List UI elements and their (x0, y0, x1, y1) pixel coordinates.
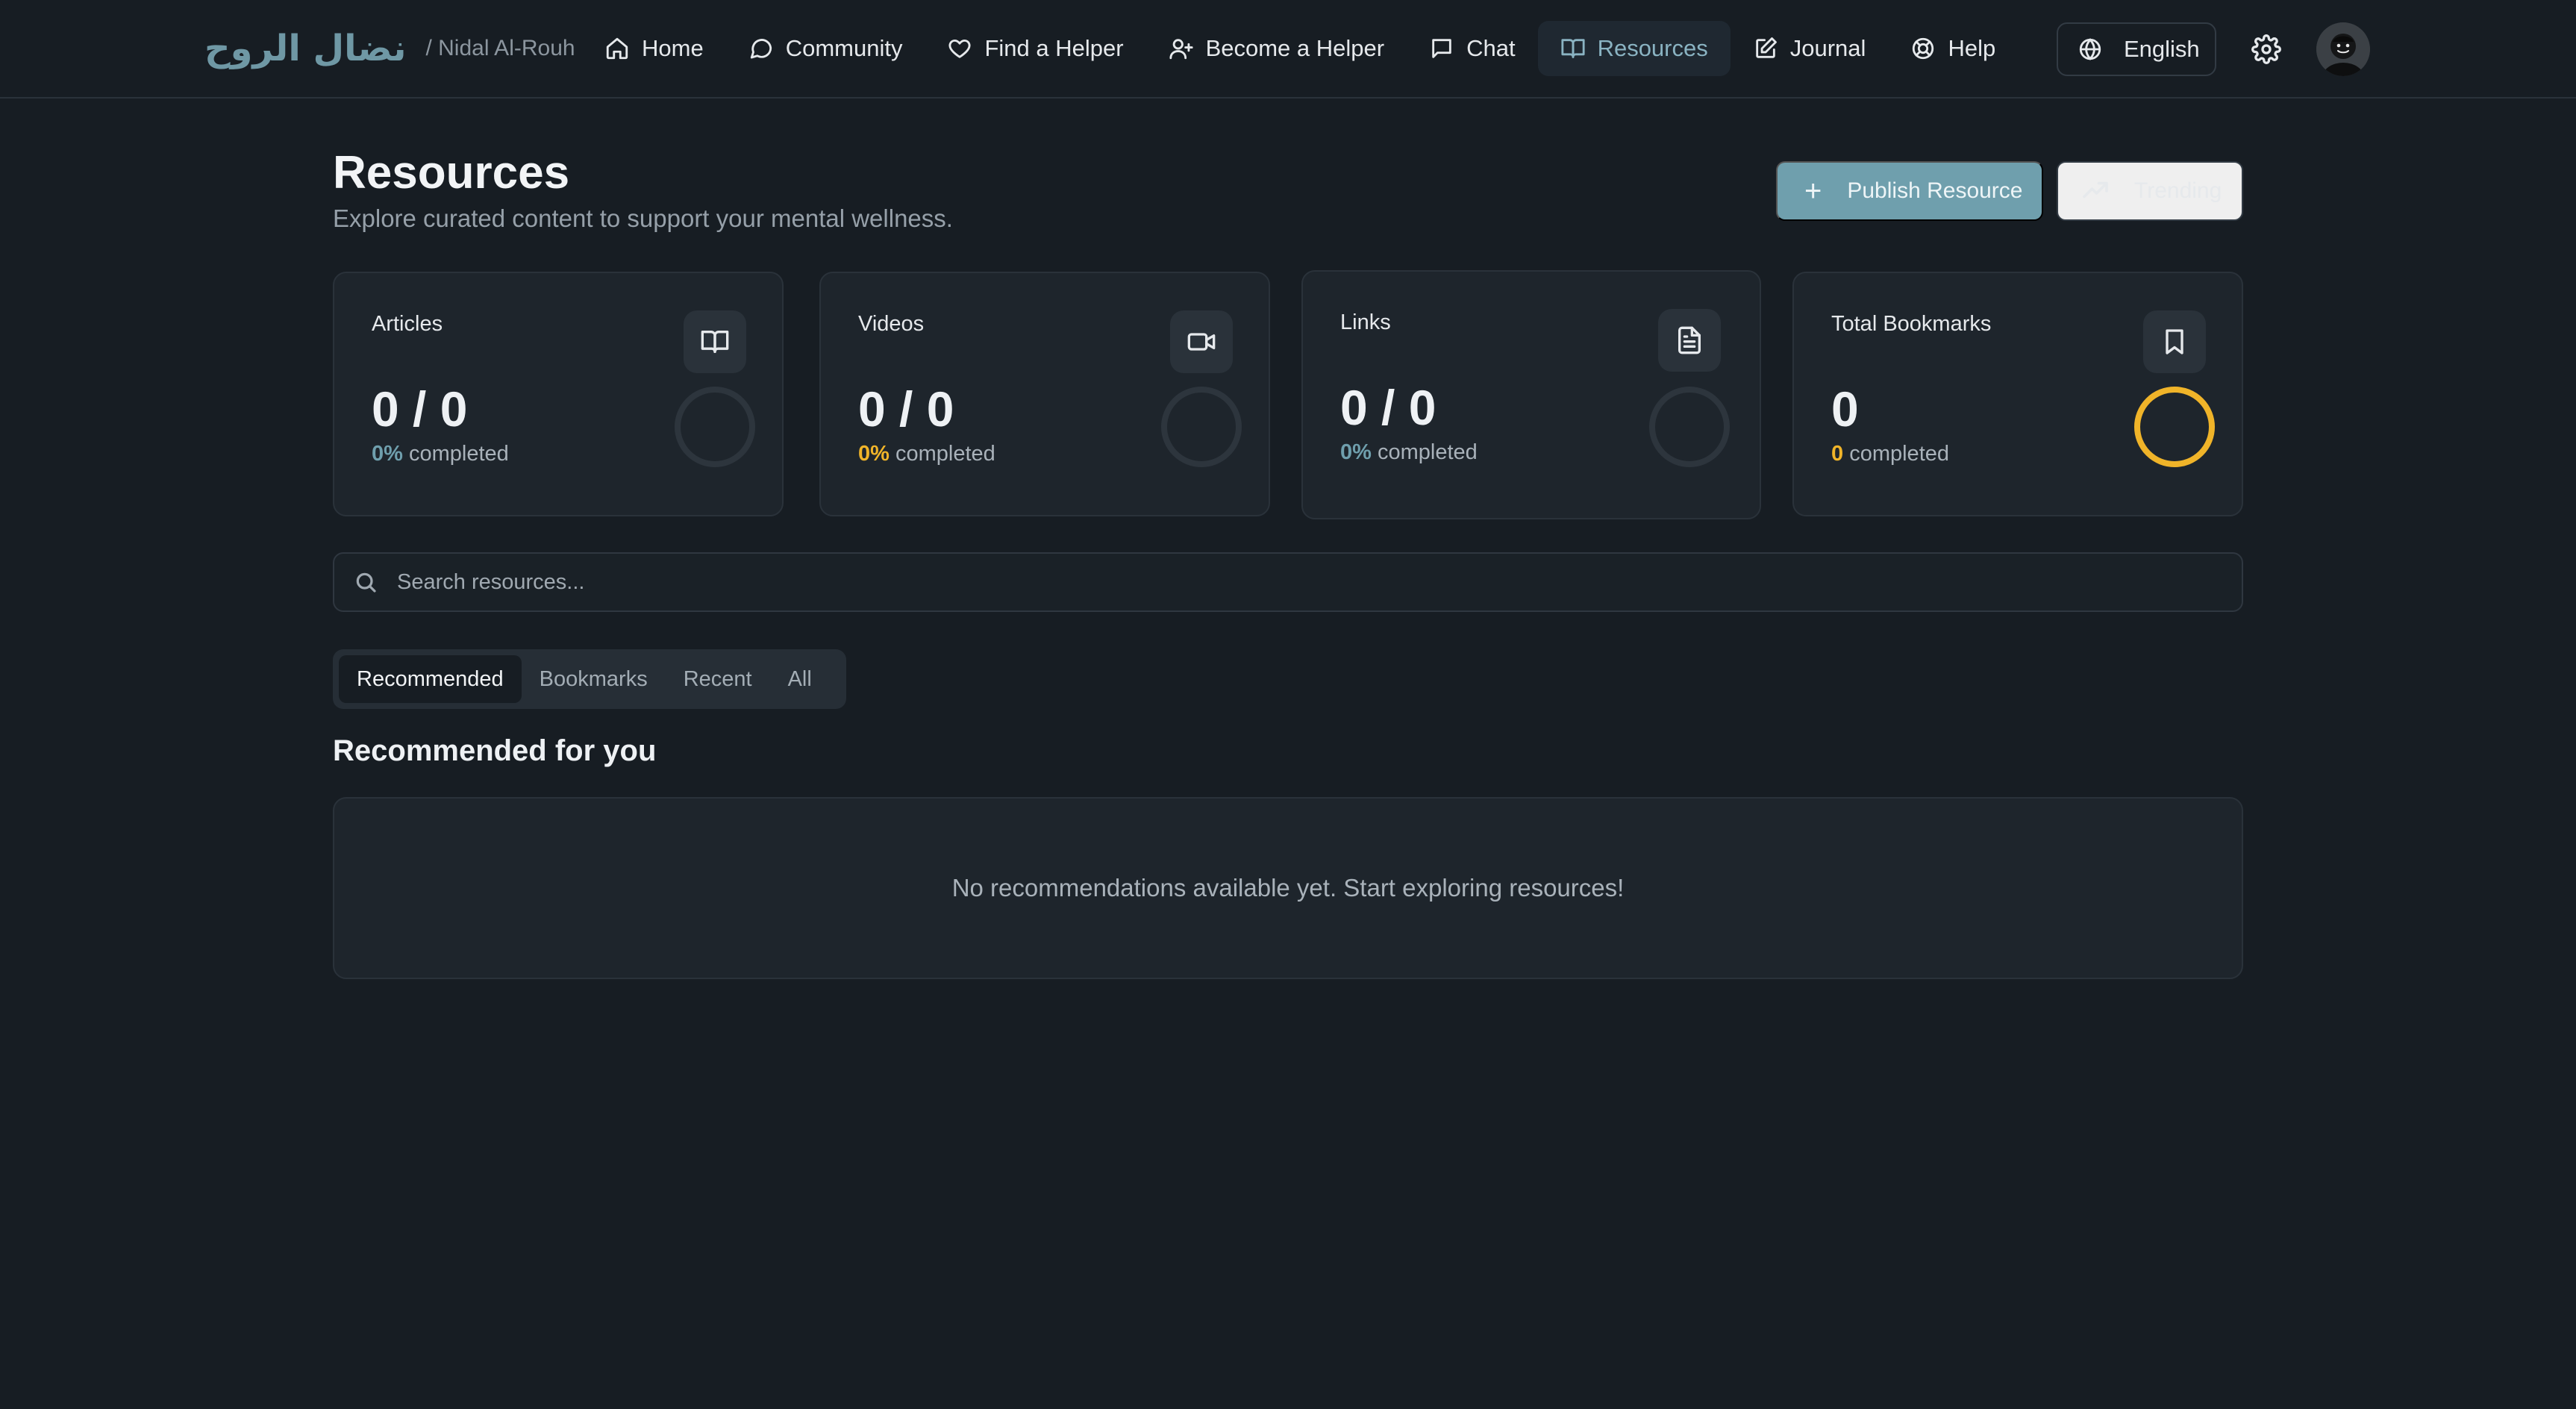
nav-item-label: Resources (1597, 35, 1708, 61)
settings-button[interactable] (2251, 34, 2281, 64)
stat-label: Links (1340, 310, 1391, 334)
search-input[interactable] (397, 569, 2188, 595)
stat-completion: 0% completed (858, 442, 995, 466)
progress-ring (675, 387, 755, 467)
video-icon (1187, 333, 1216, 351)
nav-item-label: Home (642, 35, 704, 61)
book-open-icon (1560, 39, 1585, 58)
nav-item-resources[interactable]: Resources (1537, 21, 1731, 76)
stat-completion: 0% completed (372, 442, 509, 466)
file-text-icon (1678, 326, 1701, 354)
trending-up-icon (2083, 181, 2108, 199)
chat-bubble-icon (750, 39, 772, 59)
stat-percent: 0% (858, 442, 890, 466)
nav-item-community[interactable]: Community (726, 21, 925, 76)
stat-icon-container (2143, 310, 2206, 373)
trending-button[interactable]: Trending (2057, 161, 2243, 221)
user-avatar[interactable] (2316, 22, 2370, 76)
stat-value: 0 / 0 (858, 381, 954, 437)
stat-card-articles: Articles 0 / 0 0% completed (333, 272, 784, 516)
top-navigation-bar: نضال الروح / Nidal Al-Rouh Home Communit… (0, 0, 2576, 99)
stat-label: Articles (372, 312, 443, 336)
message-square-icon (1432, 39, 1451, 58)
stat-label: Total Bookmarks (1831, 312, 1992, 336)
section-title: Recommended for you (333, 734, 657, 767)
book-icon (701, 331, 729, 353)
language-selector[interactable]: English (2057, 22, 2216, 76)
nav-item-label: Become a Helper (1205, 35, 1385, 61)
gear-icon (2251, 34, 2281, 64)
empty-state-message: No recommendations available yet. Start … (951, 874, 1625, 902)
progress-ring (1649, 387, 1730, 467)
tab-recent[interactable]: Recent (666, 655, 770, 703)
life-buoy-icon (1913, 37, 1934, 60)
plus-icon: + (1804, 175, 1822, 207)
publish-resource-label: Publish Resource (1847, 178, 2023, 203)
stat-percent: 0 (1831, 442, 1844, 466)
stat-completion: 0 completed (1831, 442, 1949, 466)
stat-suffix: completed (895, 442, 995, 466)
stat-value: 0 / 0 (1340, 380, 1437, 435)
nav-item-chat[interactable]: Chat (1407, 21, 1537, 76)
stat-percent: 0% (372, 442, 403, 466)
nav-item-home[interactable]: Home (582, 21, 726, 76)
stat-suffix: completed (1849, 442, 1950, 466)
stat-value: 0 / 0 (372, 381, 468, 437)
trending-label: Trending (2134, 178, 2222, 203)
progress-ring (2134, 387, 2215, 467)
brand-logo[interactable]: نضال الروح / Nidal Al-Rouh (204, 22, 575, 75)
nav-item-become-helper[interactable]: Become a Helper (1146, 21, 1407, 76)
user-plus-icon (1169, 39, 1193, 60)
main-nav: Home Community Find a Helper Become a He… (582, 21, 2018, 76)
search-icon (356, 572, 376, 593)
tab-bookmarks[interactable]: Bookmarks (522, 655, 666, 703)
stat-suffix: completed (408, 442, 509, 466)
page-subtitle: Explore curated content to support your … (333, 204, 953, 232)
stat-suffix: completed (1377, 440, 1478, 464)
stat-card-links: Links 0 / 0 0% completed (1301, 270, 1761, 519)
stat-completion: 0% completed (1340, 440, 1478, 465)
edit-icon (1756, 37, 1777, 58)
home-icon (606, 37, 628, 60)
progress-ring (1161, 387, 1242, 467)
globe-icon (2079, 38, 2101, 60)
stat-icon-container (1658, 309, 1721, 372)
nav-item-label: Journal (1789, 35, 1866, 61)
nav-item-find-helper[interactable]: Find a Helper (925, 21, 1145, 76)
resource-tabs: Recommended Bookmarks Recent All (333, 649, 846, 709)
nav-item-help[interactable]: Help (1888, 21, 2018, 76)
page-title: Resources (333, 147, 570, 199)
stat-value: 0 (1831, 381, 1859, 437)
stat-card-videos: Videos 0 / 0 0% completed (819, 272, 1270, 516)
tab-recommended[interactable]: Recommended (339, 655, 522, 703)
empty-state-panel: No recommendations available yet. Start … (333, 797, 2243, 979)
brand-arabic-name: نضال الروح (204, 28, 407, 69)
stat-icon-container (1170, 310, 1233, 373)
stat-percent: 0% (1340, 440, 1372, 464)
nav-item-label: Community (785, 35, 903, 61)
publish-resource-button[interactable]: + Publish Resource (1776, 161, 2043, 221)
stat-icon-container (684, 310, 746, 373)
bookmark-icon (2166, 329, 2183, 354)
nav-item-journal[interactable]: Journal (1731, 21, 1889, 76)
stat-label: Videos (858, 312, 925, 336)
tab-all[interactable]: All (770, 655, 830, 703)
heart-icon (948, 39, 971, 58)
language-label: English (2124, 36, 2200, 62)
brand-english-name: / Nidal Al-Rouh (425, 36, 575, 60)
avatar-face-icon (2316, 22, 2370, 76)
nav-item-label: Help (1948, 35, 1996, 61)
stat-card-total-bookmarks: Total Bookmarks 0 0 completed (1792, 272, 2243, 516)
nav-item-label: Find a Helper (984, 35, 1124, 61)
nav-item-label: Chat (1466, 35, 1516, 61)
search-bar[interactable] (333, 552, 2243, 612)
